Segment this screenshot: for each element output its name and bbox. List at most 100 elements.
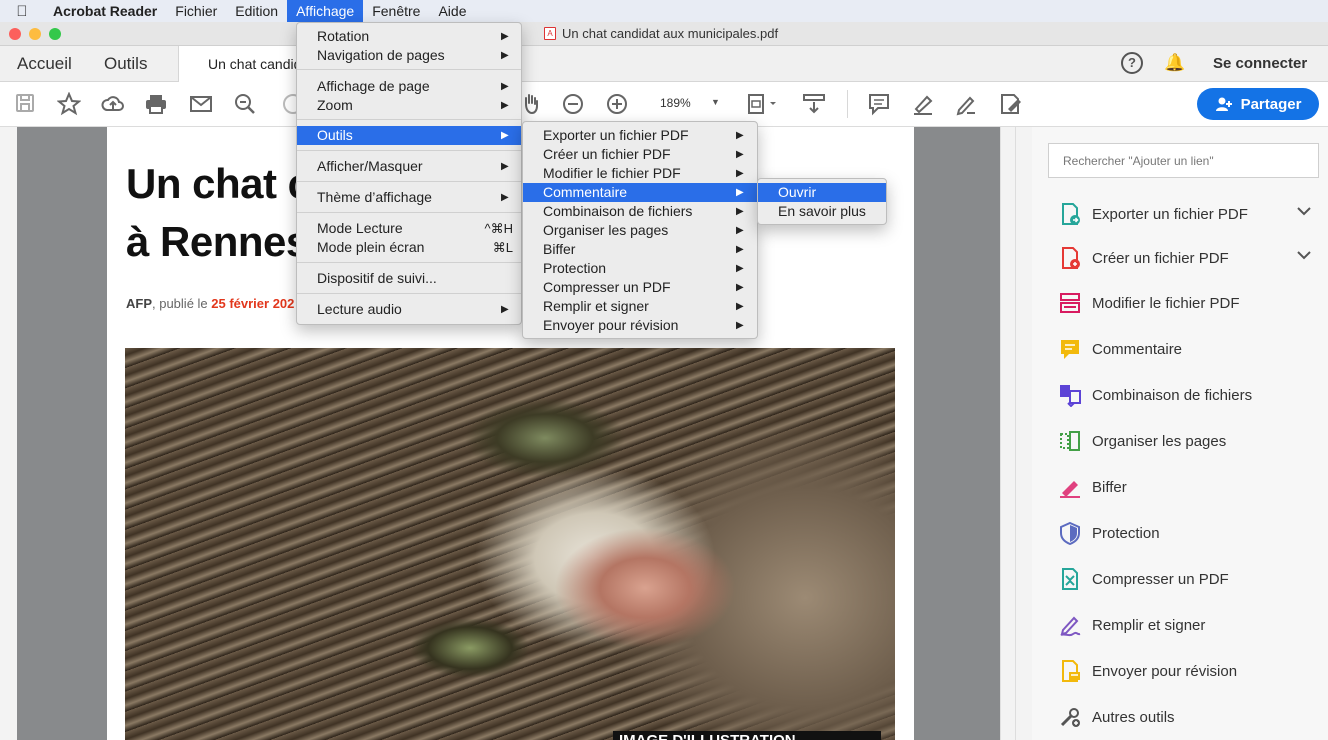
affichage-menu-item[interactable]: Rotation ▶ [297, 27, 521, 46]
headline-line-1: Un chat c [126, 160, 311, 207]
tool-compress-pdf[interactable]: Compresser un PDF [1058, 566, 1318, 592]
tool-send-review[interactable]: Envoyer pour révision [1058, 658, 1318, 684]
search-icon[interactable] [233, 92, 257, 116]
menu-fenetre[interactable]: Fenêtre [363, 0, 429, 22]
help-icon[interactable]: ? [1121, 52, 1143, 74]
menu-item-label: Commentaire [543, 184, 628, 200]
tab-home[interactable]: Accueil [17, 54, 72, 74]
outils-menu-item[interactable]: Exporter un fichier PDF ▶ [523, 126, 757, 145]
submenu-arrow-icon: ▶ [736, 244, 744, 255]
tool-create-pdf[interactable]: Créer un fichier PDF [1058, 245, 1318, 271]
outils-menu-item[interactable]: Combinaison de fichiers ▶ [523, 202, 757, 221]
byline-date: 25 février 202 [211, 296, 295, 311]
bell-icon[interactable]: 🔔 [1164, 53, 1185, 73]
tool-protect[interactable]: Protection [1058, 520, 1318, 546]
outils-menu-item[interactable]: Envoyer pour révision ▶ [523, 316, 757, 335]
window-title-text: Un chat candidat aux municipales.pdf [562, 26, 779, 41]
star-icon[interactable] [57, 92, 81, 116]
scroll-mode-icon[interactable] [801, 92, 827, 116]
tool-export-pdf[interactable]: Exporter un fichier PDF [1058, 201, 1318, 227]
affichage-menu-item[interactable]: Dispositif de suivi... [297, 269, 521, 288]
send-review-icon [1058, 659, 1082, 683]
comment-tool-icon[interactable] [867, 92, 891, 116]
right-collapse-strip[interactable] [1000, 127, 1032, 740]
outils-menu-item[interactable]: Commentaire ▶ [523, 183, 757, 202]
open-comment-button[interactable]: Ouvrir [758, 183, 886, 202]
edit-tools-icon[interactable] [998, 92, 1024, 116]
save-icon[interactable] [14, 92, 36, 114]
menu-item-label: Remplir et signer [543, 298, 649, 314]
tools-search-input[interactable]: Rechercher "Ajouter un lien" [1048, 143, 1319, 178]
outils-menu-item[interactable]: Créer un fichier PDF ▶ [523, 145, 757, 164]
affichage-menu-item[interactable]: Affichage de page ▶ [297, 77, 521, 96]
sign-in-button[interactable]: Se connecter [1213, 55, 1307, 72]
tool-label: Protection [1092, 524, 1160, 542]
byline-text: , publié le [152, 296, 212, 311]
menu-item-label: Ouvrir [778, 184, 817, 200]
cloud-upload-icon[interactable] [101, 92, 125, 116]
protect-icon [1058, 521, 1082, 545]
outils-menu-item[interactable]: Remplir et signer ▶ [523, 297, 757, 316]
learn-more-button[interactable]: En savoir plus [758, 202, 886, 221]
affichage-menu-item[interactable]: Afficher/Masquer ▶ [297, 157, 521, 176]
submenu-arrow-icon: ▶ [736, 187, 744, 198]
affichage-menu-item[interactable]: Outils ▶ [297, 126, 521, 145]
email-icon[interactable] [189, 92, 213, 116]
tool-comment[interactable]: Commentaire [1058, 336, 1318, 362]
menu-item-label: Rotation [317, 28, 370, 44]
outils-menu-item[interactable]: Modifier le fichier PDF ▶ [523, 164, 757, 183]
tool-label: Autres outils [1092, 708, 1175, 726]
affichage-menu-item[interactable]: Zoom ▶ [297, 96, 521, 115]
create-pdf-icon [1058, 246, 1082, 270]
tab-tools[interactable]: Outils [104, 54, 147, 74]
menu-edition[interactable]: Edition [226, 0, 287, 22]
zoom-out-icon[interactable] [561, 92, 585, 116]
print-icon[interactable] [144, 92, 168, 116]
tool-edit-pdf[interactable]: Modifier le fichier PDF [1058, 290, 1318, 316]
edit-pdf-icon [1058, 291, 1082, 315]
minimize-window-button[interactable] [29, 28, 41, 40]
menu-shortcut: ⌘L [492, 240, 513, 255]
highlight-icon[interactable] [911, 92, 935, 116]
zoom-window-button[interactable] [49, 28, 61, 40]
menu-item-label: Biffer [543, 241, 576, 257]
menu-aide[interactable]: Aide [429, 0, 475, 22]
tool-more-tools[interactable]: Autres outils [1058, 704, 1318, 730]
submenu-arrow-icon: ▶ [501, 192, 509, 203]
zoom-in-icon[interactable] [605, 92, 629, 116]
affichage-menu-item[interactable]: Mode plein écran ⌘L [297, 238, 521, 257]
tool-organize-pages[interactable]: Organiser les pages [1058, 428, 1318, 454]
apple-icon[interactable]:  [0, 3, 44, 20]
chevron-down-icon[interactable] [1297, 249, 1311, 263]
sign-icon[interactable] [954, 92, 978, 116]
outils-menu-item[interactable]: Protection ▶ [523, 259, 757, 278]
tool-label: Compresser un PDF [1092, 570, 1229, 588]
zoom-value[interactable]: 189% [660, 96, 691, 110]
window-title: A Un chat candidat aux municipales.pdf [544, 26, 778, 41]
close-window-button[interactable] [9, 28, 21, 40]
tool-fill-sign[interactable]: Remplir et signer [1058, 612, 1318, 638]
chevron-down-icon[interactable] [1297, 205, 1311, 219]
menu-app[interactable]: Acrobat Reader [44, 0, 166, 22]
tool-label: Combinaison de fichiers [1092, 386, 1253, 404]
tool-combine-files[interactable]: Combinaison de fichiers [1058, 382, 1318, 408]
submenu-arrow-icon: ▶ [736, 301, 744, 312]
menubar:  Acrobat Reader Fichier Edition Afficha… [0, 0, 1328, 22]
tool-label: Commentaire [1092, 340, 1183, 358]
page-fit-icon[interactable] [746, 92, 780, 116]
hand-tool-icon[interactable] [519, 92, 543, 116]
affichage-menu-item[interactable]: Lecture audio ▶ [297, 300, 521, 319]
menu-affichage[interactable]: Affichage [287, 0, 364, 22]
share-button[interactable]: Partager [1197, 88, 1319, 120]
outils-menu-item[interactable]: Compresser un PDF ▶ [523, 278, 757, 297]
affichage-menu-item[interactable]: Mode Lecture ^⌘H [297, 219, 521, 238]
menu-item-label: Envoyer pour révision [543, 317, 679, 333]
affichage-menu-item[interactable]: Navigation de pages ▶ [297, 46, 521, 65]
outils-menu-item[interactable]: Organiser les pages ▶ [523, 221, 757, 240]
zoom-dropdown-icon[interactable]: ▼ [711, 97, 720, 107]
menu-fichier[interactable]: Fichier [166, 0, 226, 22]
outils-menu-item[interactable]: Biffer ▶ [523, 240, 757, 259]
tool-redact[interactable]: Biffer [1058, 474, 1318, 500]
affichage-menu-item[interactable]: Thème d’affichage ▶ [297, 188, 521, 207]
menu-item-label: Compresser un PDF [543, 279, 671, 295]
